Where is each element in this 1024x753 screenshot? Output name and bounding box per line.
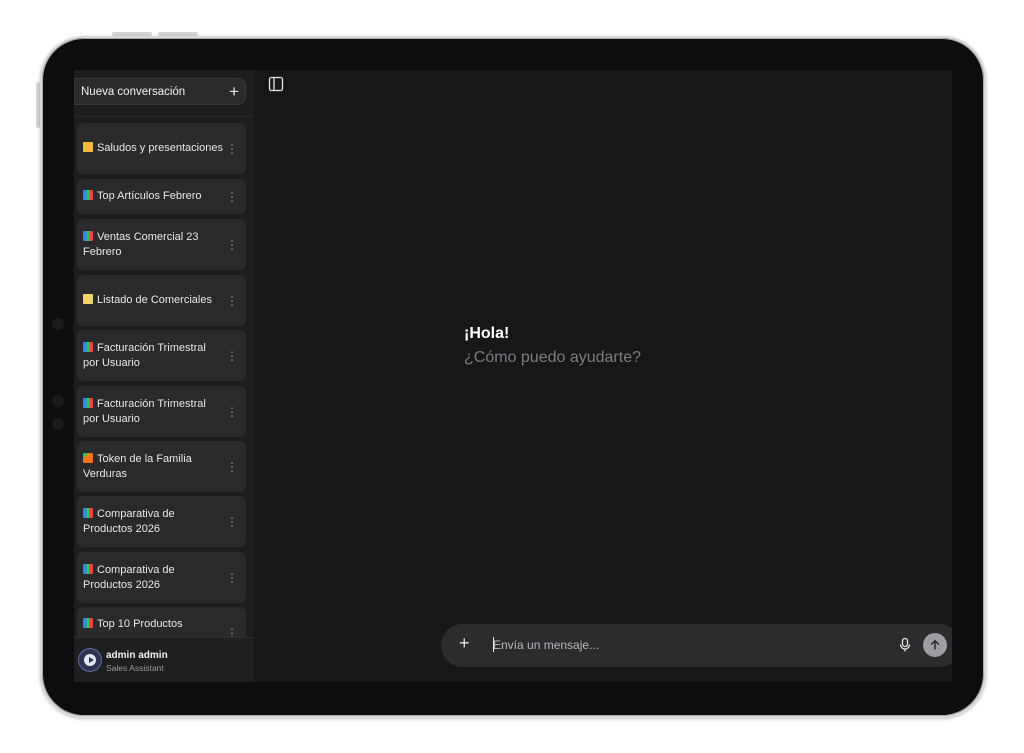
more-options-icon[interactable]: ⋮	[226, 627, 238, 637]
user-role: Sales Assistant	[106, 663, 164, 673]
sidebar: Nueva conversación + Saludos y presentac…	[74, 70, 254, 682]
conversation-list[interactable]: Saludos y presentaciones ⋮ Top Artículos…	[74, 123, 254, 637]
conversation-title: Facturación Trimestral por Usuario	[83, 341, 206, 369]
wave-icon	[83, 142, 93, 152]
conversation-item[interactable]: Listado de Comerciales ⋮	[77, 275, 246, 326]
more-options-icon[interactable]: ⋮	[226, 406, 238, 418]
chart-icon	[83, 618, 93, 628]
conversation-title: Top Artículos Febrero	[97, 190, 202, 202]
more-options-icon[interactable]: ⋮	[226, 191, 238, 203]
play-logo-icon	[84, 654, 96, 666]
message-input[interactable]	[493, 638, 873, 652]
conversation-item[interactable]: Facturación Trimestral por Usuario ⋮	[77, 386, 246, 437]
more-options-icon[interactable]: ⋮	[226, 516, 238, 528]
new-conversation-label: Nueva conversación	[81, 85, 186, 98]
conversation-title: Comparativa de Productos 2026	[83, 507, 175, 535]
toggle-sidebar-icon[interactable]	[268, 76, 284, 92]
send-button[interactable]	[923, 633, 947, 657]
conversation-title: Ventas Comercial 23 Febrero	[83, 230, 199, 258]
new-conversation-button[interactable]: Nueva conversación +	[74, 78, 246, 105]
conversation-item[interactable]: Top Artículos Febrero ⋮	[77, 179, 246, 214]
device-sensor	[52, 318, 64, 330]
carrot-icon	[83, 452, 93, 463]
conversation-item[interactable]: Comparativa de Productos 2026 ⋮	[77, 496, 246, 547]
memo-icon	[83, 294, 93, 304]
conversation-item[interactable]: Comparativa de Productos 2026 ⋮	[77, 552, 246, 603]
device-sensor	[52, 395, 64, 407]
chart-icon	[83, 230, 93, 241]
conversation-item[interactable]: Token de la Familia Verduras ⋮	[77, 441, 246, 492]
conversation-item[interactable]: Facturación Trimestral por Usuario ⋮	[77, 330, 246, 381]
chart-icon	[83, 341, 93, 352]
conversation-title: Saludos y presentaciones	[97, 142, 223, 154]
more-options-icon[interactable]: ⋮	[226, 295, 238, 307]
conversation-title: Facturación Trimestral por Usuario	[83, 397, 206, 425]
chart-icon	[83, 563, 93, 574]
more-options-icon[interactable]: ⋮	[226, 572, 238, 584]
conversation-title: Token de la Familia Verduras	[83, 452, 192, 480]
conversation-item[interactable]: Ventas Comercial 23 Febrero ⋮	[77, 219, 246, 270]
conversation-title: Listado de Comerciales	[97, 294, 212, 306]
more-options-icon[interactable]: ⋮	[226, 143, 238, 155]
conversation-title: Comparativa de Productos 2026	[83, 563, 175, 591]
greeting-title: ¡Hola!	[464, 325, 510, 342]
conversation-item[interactable]: Top 10 Productos ⋮	[77, 607, 246, 637]
chart-icon	[83, 190, 93, 200]
more-options-icon[interactable]: ⋮	[226, 461, 238, 473]
microphone-icon[interactable]	[897, 637, 913, 653]
text-caret	[493, 637, 494, 652]
welcome-message: ¡Hola! ¿Cómo puedo ayudarte?	[464, 325, 641, 367]
message-composer: +	[441, 624, 952, 667]
plus-icon: +	[229, 82, 239, 101]
chart-icon	[83, 397, 93, 408]
user-name: admin admin	[106, 650, 168, 661]
chart-icon	[83, 507, 93, 518]
arrow-up-icon	[930, 639, 940, 650]
user-profile[interactable]: admin admin Sales Assistant	[74, 637, 254, 682]
conversation-title: Top 10 Productos	[97, 618, 183, 630]
greeting-subtitle: ¿Cómo puedo ayudarte?	[464, 349, 641, 366]
attach-plus-icon[interactable]: +	[459, 634, 470, 652]
device-sensor	[52, 418, 64, 430]
app-screen: Nueva conversación + Saludos y presentac…	[74, 70, 952, 682]
more-options-icon[interactable]: ⋮	[226, 350, 238, 362]
more-options-icon[interactable]: ⋮	[226, 239, 238, 251]
avatar	[78, 648, 102, 672]
conversation-item[interactable]: Saludos y presentaciones ⋮	[77, 123, 246, 174]
divider	[74, 116, 254, 117]
